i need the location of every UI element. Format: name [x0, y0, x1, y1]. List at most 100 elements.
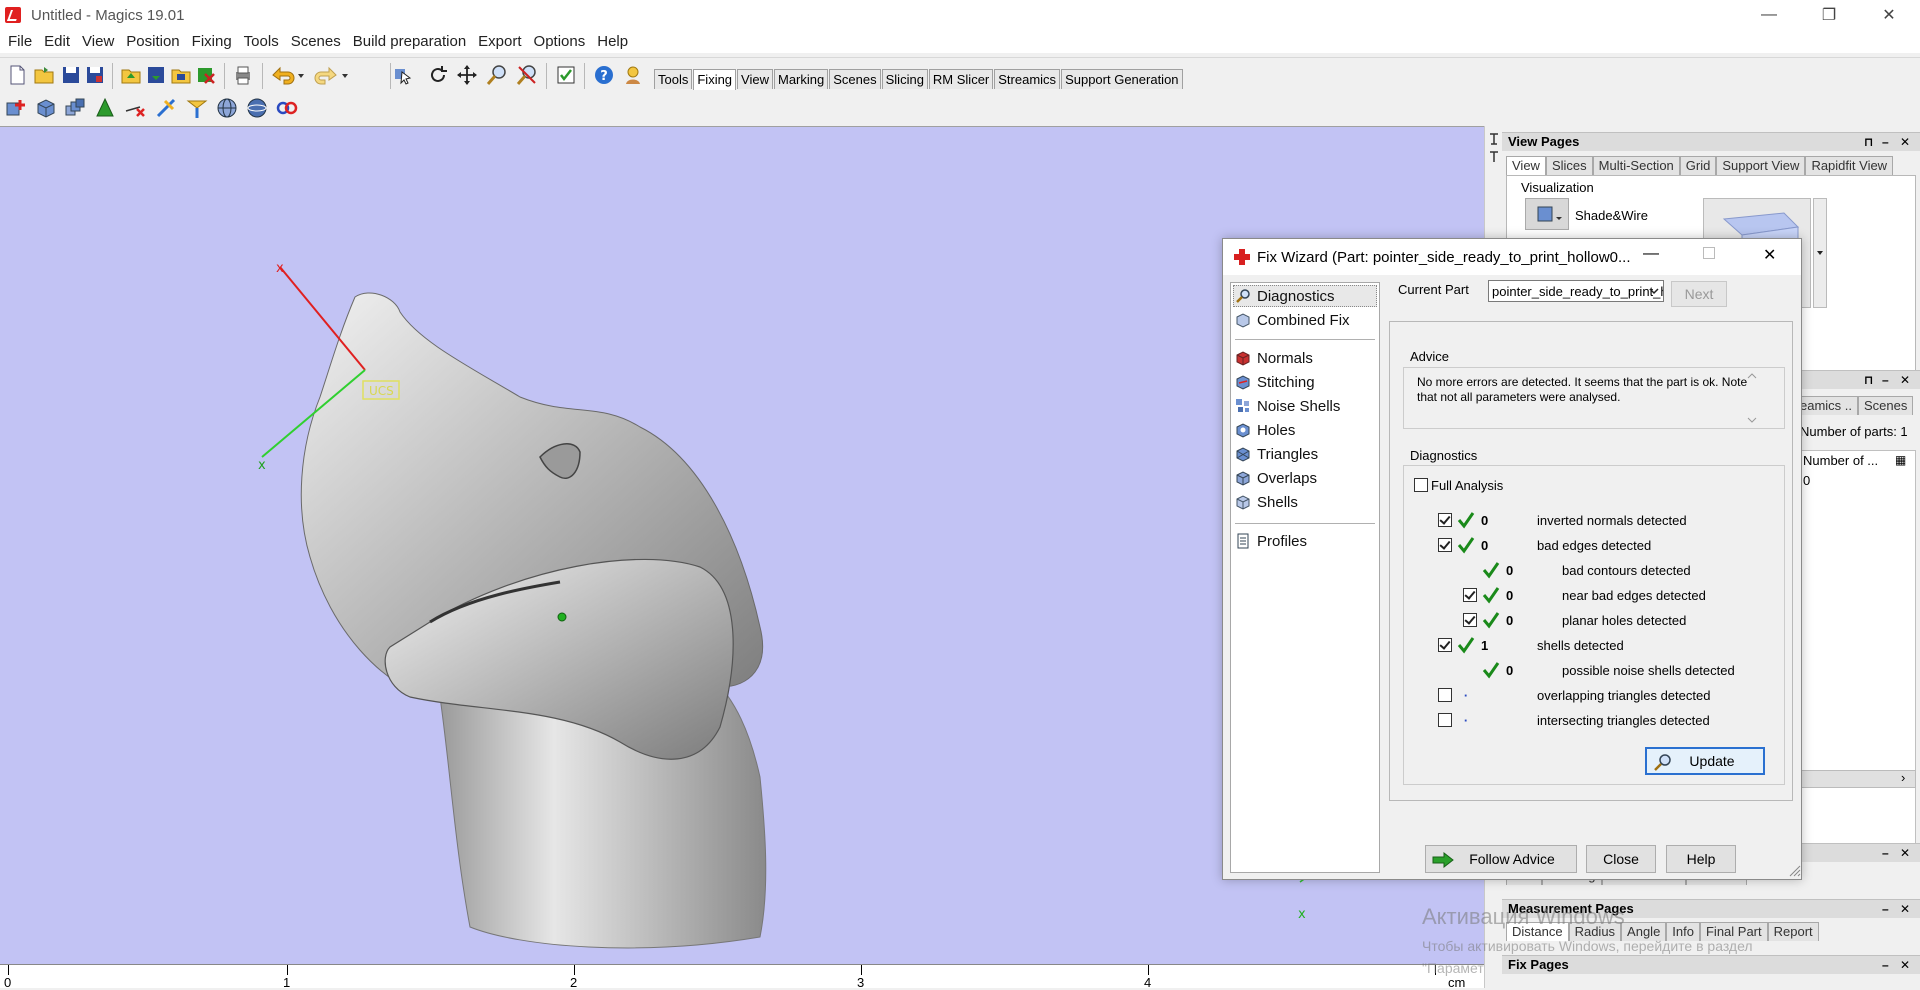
minimize-panel-icon[interactable]: –: [1882, 956, 1889, 974]
zoom-icon[interactable]: [486, 64, 508, 86]
import-part-icon[interactable]: [120, 64, 142, 86]
sphere-icon[interactable]: [246, 97, 268, 119]
new-file-icon[interactable]: [6, 64, 28, 86]
unload-part-icon[interactable]: [195, 64, 217, 86]
load-project-icon[interactable]: [170, 64, 192, 86]
bad-edges-checkbox[interactable]: [1438, 538, 1452, 552]
nav-diagnostics[interactable]: Diagnostics: [1235, 286, 1335, 306]
create-triangle-icon[interactable]: [186, 97, 208, 119]
nav-normals[interactable]: Normals: [1235, 348, 1313, 368]
tab-multi-section[interactable]: Multi-Section: [1592, 156, 1680, 175]
menu-tools[interactable]: Tools: [238, 33, 285, 50]
inverted-normals-checkbox[interactable]: [1438, 513, 1452, 527]
nav-stitching[interactable]: Stitching: [1235, 372, 1315, 392]
toolbar-tab-rm-slicer[interactable]: RM Slicer: [928, 69, 994, 89]
tab-rapidfit-view[interactable]: Rapidfit View: [1805, 156, 1894, 175]
update-button[interactable]: Update: [1645, 747, 1765, 775]
toolbar-tab-fixing[interactable]: Fixing: [693, 69, 737, 90]
dialog-close-button[interactable]: ✕: [1763, 245, 1776, 265]
tab-grid[interactable]: Grid: [1679, 156, 1717, 175]
near-bad-edges-checkbox[interactable]: [1463, 588, 1477, 602]
advice-scrollbar[interactable]: [1745, 371, 1759, 425]
tab-report[interactable]: Report: [1767, 922, 1819, 941]
nav-holes[interactable]: Holes: [1235, 420, 1295, 440]
shell-globe-icon[interactable]: [216, 97, 238, 119]
nav-overlaps[interactable]: Overlaps: [1235, 468, 1317, 488]
part-list-table[interactable]: Number of ... ▦ 0: [1800, 450, 1916, 850]
toolbar-tab-streamics[interactable]: Streamics: [994, 69, 1061, 89]
minimize-button[interactable]: —: [1740, 0, 1798, 30]
restore-button[interactable]: ❐: [1800, 0, 1858, 30]
menu-edit[interactable]: Edit: [38, 33, 76, 50]
tab-streamics[interactable]: eamics ..: [1794, 396, 1859, 415]
save-icon[interactable]: [60, 64, 82, 86]
dialog-maximize-button[interactable]: [1703, 247, 1715, 259]
current-part-select[interactable]: pointer_side_ready_to_print_hollow0: [1488, 280, 1664, 302]
dialog-title-bar[interactable]: Fix Wizard (Part: pointer_side_ready_to_…: [1223, 239, 1801, 275]
toolbar-tab-view[interactable]: View: [737, 69, 773, 89]
close-panel-icon[interactable]: ✕: [1900, 844, 1910, 862]
fix-wizard-icon[interactable]: [5, 97, 27, 119]
minimize-panel-icon[interactable]: –: [1882, 371, 1889, 389]
minimize-panel-icon[interactable]: –: [1882, 844, 1889, 862]
resize-grip-icon[interactable]: [1789, 865, 1801, 877]
column-header[interactable]: Number of ...: [1803, 453, 1878, 468]
menu-scenes[interactable]: Scenes: [285, 33, 347, 50]
planar-holes-checkbox[interactable]: [1463, 613, 1477, 627]
part-cell[interactable]: 0: [1803, 473, 1810, 488]
help-icon[interactable]: ?: [593, 64, 615, 86]
nav-profiles[interactable]: Profiles: [1235, 531, 1307, 551]
tab-support-view[interactable]: Support View: [1716, 156, 1806, 175]
overlapping-triangles-checkbox[interactable]: [1438, 688, 1452, 702]
tab-slices[interactable]: Slices: [1545, 156, 1593, 175]
chevron-down-icon[interactable]: [1648, 286, 1660, 296]
merge-icon[interactable]: [276, 97, 298, 119]
pan-view-icon[interactable]: [456, 64, 478, 86]
shells-icon[interactable]: [64, 97, 86, 119]
triangles-icon[interactable]: [94, 97, 116, 119]
close-panel-icon[interactable]: ✕: [1900, 371, 1910, 389]
minimize-panel-icon[interactable]: –: [1882, 133, 1889, 151]
delete-triangles-icon[interactable]: [124, 97, 146, 119]
minimize-panel-icon[interactable]: –: [1882, 900, 1889, 918]
menu-options[interactable]: Options: [528, 33, 592, 50]
close-panel-icon[interactable]: ✕: [1900, 956, 1910, 974]
menu-fixing[interactable]: Fixing: [186, 33, 238, 50]
help-button[interactable]: Help: [1666, 845, 1736, 873]
dialog-minimize-button[interactable]: —: [1643, 245, 1659, 263]
full-analysis-checkbox[interactable]: [1414, 478, 1428, 492]
select-part-icon[interactable]: [392, 64, 414, 86]
intersecting-triangles-checkbox[interactable]: [1438, 713, 1452, 727]
toolbar-tab-tools[interactable]: Tools: [654, 69, 693, 89]
full-analysis-row[interactable]: Full Analysis: [1414, 475, 1503, 495]
menu-position[interactable]: Position: [120, 33, 185, 50]
nav-combined-fix[interactable]: Combined Fix: [1235, 310, 1350, 330]
menu-help[interactable]: Help: [591, 33, 634, 50]
close-button[interactable]: Close: [1586, 845, 1656, 873]
tab-view[interactable]: View: [1506, 156, 1546, 175]
print-icon[interactable]: [232, 64, 254, 86]
column-menu-icon[interactable]: ▦: [1895, 453, 1906, 467]
edge-tool-icon[interactable]: [155, 97, 177, 119]
undo-icon[interactable]: [270, 64, 306, 86]
close-window-button[interactable]: ✕: [1860, 0, 1918, 30]
save-as-icon[interactable]: [84, 64, 106, 86]
menu-file[interactable]: File: [2, 33, 38, 50]
toolbar-tab-support-generation[interactable]: Support Generation: [1061, 69, 1183, 89]
close-panel-icon[interactable]: ✕: [1900, 900, 1910, 918]
pin-icon[interactable]: ⊓: [1864, 371, 1874, 389]
tab-scenes[interactable]: Scenes: [1858, 396, 1914, 415]
context-help-icon[interactable]: [622, 64, 644, 86]
toolbar-tab-slicing[interactable]: Slicing: [881, 69, 928, 89]
close-panel-icon[interactable]: ✕: [1900, 133, 1910, 151]
pin-panel-icon[interactable]: [1485, 130, 1503, 170]
rotate-view-icon[interactable]: [427, 64, 449, 86]
check-list-icon[interactable]: [555, 64, 577, 86]
next-button[interactable]: Next: [1671, 281, 1727, 307]
menu-view[interactable]: View: [76, 33, 120, 50]
view-dropdown[interactable]: [1813, 198, 1827, 308]
scroll-right-icon[interactable]: ›: [1901, 770, 1905, 785]
autofix-icon[interactable]: [35, 97, 57, 119]
zoom-window-icon[interactable]: [516, 64, 538, 86]
menu-build-preparation[interactable]: Build preparation: [347, 33, 472, 50]
